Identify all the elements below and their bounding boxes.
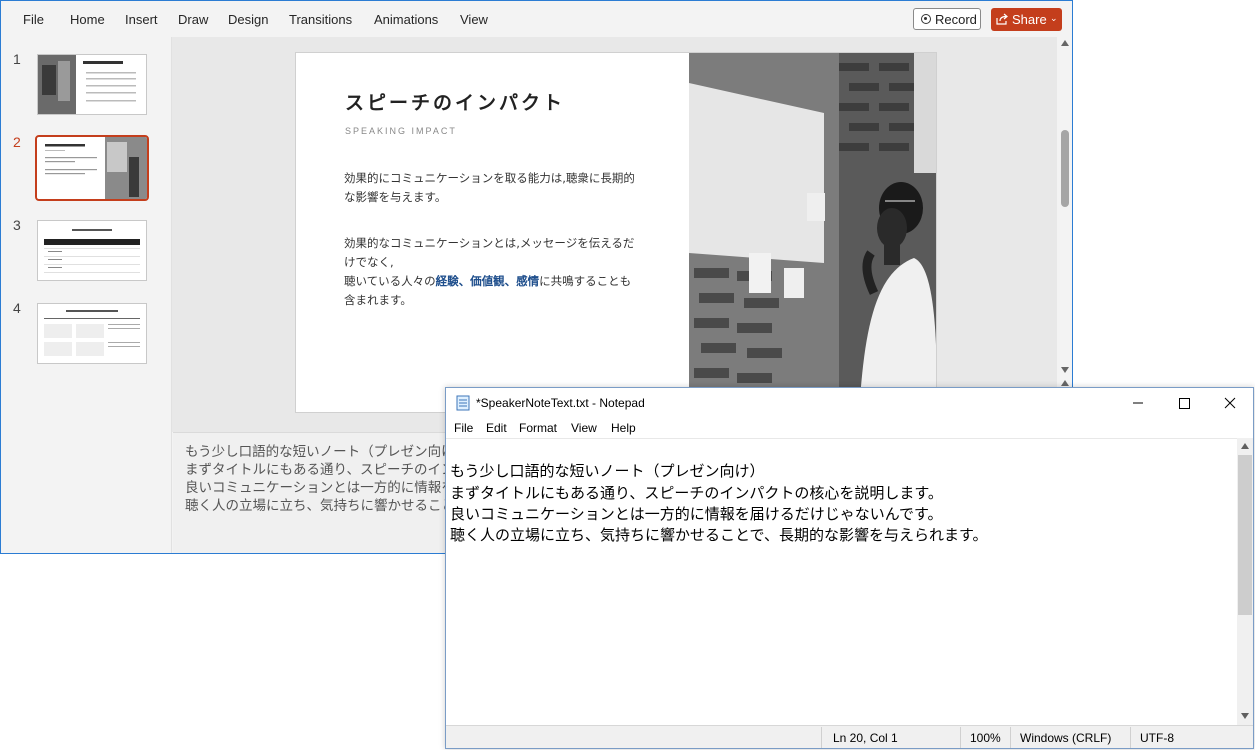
chevron-down-icon[interactable]: ⌄ bbox=[1050, 13, 1058, 24]
zoom-level: 100% bbox=[970, 731, 1001, 745]
menu-edit[interactable]: Edit bbox=[486, 421, 507, 435]
slide-thumbnail-1-preview bbox=[38, 55, 136, 114]
slide-thumbnail-3-preview bbox=[44, 229, 140, 273]
tab-file[interactable]: File bbox=[23, 12, 44, 27]
line-3-suffix: に共鳴することも bbox=[539, 274, 632, 288]
slide-subtitle[interactable]: SPEAKING IMPACT bbox=[345, 126, 457, 136]
paragraph-2-line-1: 効果的なコミュニケーションとは,メッセージを伝えるだ bbox=[344, 236, 635, 250]
scrollbar-thumb[interactable] bbox=[1238, 455, 1252, 615]
paragraph-1-line-2: な影響を与えます。 bbox=[344, 190, 447, 204]
close-button[interactable] bbox=[1207, 388, 1253, 418]
paragraph-1-line-1: 効果的にコミュニケーションを取る能力は,聴衆に長期的 bbox=[344, 171, 635, 185]
slide-thumbnail-1[interactable] bbox=[37, 54, 147, 115]
menu-view[interactable]: View bbox=[571, 421, 597, 435]
maximize-icon bbox=[1179, 398, 1190, 409]
scroll-up-icon[interactable] bbox=[1061, 40, 1069, 46]
scroll-up-icon[interactable] bbox=[1241, 443, 1249, 449]
text-line-2: まずタイトルにもある通り、スピーチのインパクトの核心を説明します。 bbox=[450, 484, 943, 502]
notepad-menubar: File Edit Format View Help bbox=[446, 418, 1253, 438]
paragraph-2-line-3: 聴いている人々の経験、価値観、感情に共鳴することも bbox=[344, 272, 654, 291]
paragraph-2-line-4: 含まれます。 bbox=[344, 293, 412, 307]
slide-vertical-scrollbar[interactable] bbox=[1057, 37, 1072, 391]
status-divider bbox=[1130, 727, 1131, 748]
encoding: UTF-8 bbox=[1140, 731, 1174, 745]
tab-animations[interactable]: Animations bbox=[374, 12, 438, 27]
status-divider bbox=[821, 727, 822, 748]
text-line-4: 聴く人の立場に立ち、気持ちに響かせることで、長期的な影響を与えられます。 bbox=[450, 526, 988, 544]
record-icon bbox=[921, 14, 931, 24]
slide-title[interactable]: スピーチのインパクト bbox=[345, 88, 565, 115]
tab-transitions[interactable]: Transitions bbox=[289, 12, 352, 27]
notepad-title: *SpeakerNoteText.txt - Notepad bbox=[476, 396, 645, 410]
notepad-titlebar[interactable]: *SpeakerNoteText.txt - Notepad bbox=[446, 388, 1253, 418]
woman-at-brick-wall-image bbox=[689, 53, 936, 412]
notepad-vertical-scrollbar[interactable] bbox=[1237, 438, 1253, 725]
text-line-3: 良いコミュニケーションとは一方的に情報を届けるだけじゃないんです。 bbox=[450, 505, 943, 523]
keyword-values: 価値観 bbox=[470, 274, 505, 288]
slide-number-2: 2 bbox=[13, 134, 21, 150]
scroll-down-icon[interactable] bbox=[1061, 367, 1069, 373]
slide-thumbnail-2-preview bbox=[45, 137, 147, 199]
tab-draw[interactable]: Draw bbox=[178, 12, 208, 27]
record-button[interactable]: Record bbox=[913, 8, 981, 30]
slide-thumbnails-pane: 1 2 3 4 bbox=[1, 37, 172, 553]
previous-slide-icon[interactable] bbox=[1061, 380, 1069, 386]
slide-paragraph-2[interactable]: 効果的なコミュニケーションとは,メッセージを伝えるだ けでなく, 聴いている人々… bbox=[344, 234, 654, 310]
notepad-icon bbox=[456, 395, 470, 411]
notepad-text-area[interactable]: もう少し口語的な短いノート（プレゼン向け） まずタイトルにもある通り、スピーチの… bbox=[446, 438, 1237, 725]
slide-number-4: 4 bbox=[13, 300, 21, 316]
minimize-icon bbox=[1133, 402, 1143, 404]
slide-thumbnail-4-preview bbox=[44, 310, 140, 356]
scroll-down-icon[interactable] bbox=[1241, 713, 1249, 719]
record-label: Record bbox=[935, 12, 977, 27]
slide-paragraph-1[interactable]: 効果的にコミュニケーションを取る能力は,聴衆に長期的 な影響を与えます。 bbox=[344, 169, 654, 207]
share-label: Share bbox=[1012, 12, 1047, 27]
share-button[interactable]: Share ⌄ bbox=[991, 8, 1062, 31]
tab-view[interactable]: View bbox=[460, 12, 488, 27]
tab-home[interactable]: Home bbox=[70, 12, 105, 27]
keyword-separator: 、 bbox=[504, 274, 517, 288]
keyword-emotion: 感情 bbox=[516, 274, 540, 288]
notes-line-1: もう少し口語的な短いノート（プレゼン向け） bbox=[185, 444, 469, 460]
slide-thumbnail-3[interactable] bbox=[37, 220, 147, 281]
minimize-button[interactable] bbox=[1115, 388, 1161, 418]
cursor-position: Ln 20, Col 1 bbox=[833, 731, 898, 745]
close-icon bbox=[1224, 397, 1236, 409]
maximize-button[interactable] bbox=[1161, 388, 1207, 418]
slide-thumbnail-2[interactable] bbox=[35, 135, 149, 201]
notepad-window: *SpeakerNoteText.txt - Notepad File Edit… bbox=[445, 387, 1254, 749]
status-divider bbox=[1010, 727, 1011, 748]
notepad-status-bar: Ln 20, Col 1 100% Windows (CRLF) UTF-8 bbox=[446, 725, 1253, 748]
line-3-prefix: 聴いている人々の bbox=[344, 274, 436, 288]
ribbon-tabs: File Home Insert Draw Design Transitions… bbox=[1, 1, 1072, 37]
current-slide[interactable]: スピーチのインパクト SPEAKING IMPACT 効果的にコミュニケーション… bbox=[295, 52, 937, 413]
keyword-experience: 経験 bbox=[435, 274, 459, 288]
status-divider bbox=[960, 727, 961, 748]
slide-canvas: スピーチのインパクト SPEAKING IMPACT 効果的にコミュニケーション… bbox=[172, 37, 1057, 432]
text-line-1: もう少し口語的な短いノート（プレゼン向け） bbox=[450, 462, 765, 480]
keyword-separator: 、 bbox=[458, 274, 471, 288]
tab-design[interactable]: Design bbox=[228, 12, 268, 27]
tab-insert[interactable]: Insert bbox=[125, 12, 158, 27]
menu-file[interactable]: File bbox=[454, 421, 473, 435]
share-icon bbox=[996, 13, 1008, 25]
slide-thumbnail-4[interactable] bbox=[37, 303, 147, 364]
menu-format[interactable]: Format bbox=[519, 421, 557, 435]
paragraph-2-line-2: けでなく, bbox=[344, 255, 394, 269]
scrollbar-thumb[interactable] bbox=[1061, 130, 1069, 207]
slide-number-1: 1 bbox=[13, 51, 21, 67]
line-ending: Windows (CRLF) bbox=[1020, 731, 1112, 745]
menu-help[interactable]: Help bbox=[611, 421, 636, 435]
slide-photo[interactable] bbox=[689, 53, 936, 412]
slide-number-3: 3 bbox=[13, 217, 21, 233]
